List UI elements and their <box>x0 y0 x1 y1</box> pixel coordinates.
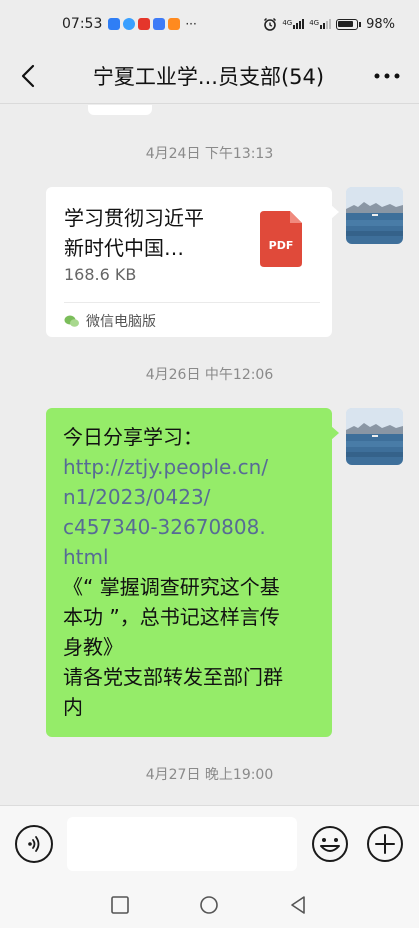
message-link[interactable]: c457340-32670808. <box>63 512 316 542</box>
status-bar: 07:53 ··· 4G 4G 98% <box>0 0 419 48</box>
message-line: 今日分享学习： <box>63 425 203 449</box>
file-title-line: 新时代中国… <box>64 236 184 260</box>
voice-button[interactable] <box>15 825 53 863</box>
emoji-button[interactable] <box>311 825 349 863</box>
bubble-tail <box>331 426 339 440</box>
status-right: 4G 4G 98% <box>263 17 395 32</box>
message-link[interactable]: http://ztjy.people.cn/ <box>63 452 316 482</box>
news-app-icon <box>138 18 151 30</box>
message-input[interactable] <box>67 817 297 871</box>
previous-message-stub <box>88 105 152 115</box>
network-type-2: 4G <box>309 19 320 27</box>
more-dots-icon <box>374 73 400 78</box>
file-source-label: 微信电脑版 <box>86 314 156 330</box>
chat-area[interactable]: 4月24日 下午13:13 学习贯彻习近平 新时代中国… 168.6 KB PD… <box>0 105 419 805</box>
voice-icon <box>28 836 40 852</box>
home-button[interactable] <box>199 895 219 915</box>
alarm-icon <box>264 17 277 31</box>
message-line: 内 <box>63 695 83 719</box>
notification-icons: ··· <box>108 17 197 31</box>
message-link[interactable]: n1/2023/0423/ <box>63 482 316 512</box>
wechat-icon <box>64 315 79 327</box>
file-message[interactable]: 学习贯彻习近平 新时代中国… 168.6 KB PDF 微信电脑版 <box>46 187 339 337</box>
circle-icon <box>200 896 218 914</box>
battery-cap <box>359 21 362 27</box>
message-timestamp: 4月26日 中午12:06 <box>145 367 274 383</box>
message-timestamp: 4月24日 下午13:13 <box>145 146 274 162</box>
recents-button[interactable] <box>110 895 130 915</box>
status-time: 07:53 <box>62 16 103 32</box>
message-line: 请各党支部转发至部门群 <box>63 665 283 689</box>
message-line: 《“ 掌握调查研究这个基 <box>63 575 280 599</box>
file-size: 168.6 KB <box>64 265 137 284</box>
message-line: 身教》 <box>63 635 123 659</box>
battery-icon <box>336 18 359 30</box>
file-title: 学习贯彻习近平 新时代中国… <box>64 203 244 263</box>
avatar-image <box>346 408 403 465</box>
file-source: 微信电脑版 <box>64 311 156 331</box>
square-icon <box>111 896 129 914</box>
battery-percent: 98% <box>366 16 395 32</box>
video-app-icon <box>168 18 181 30</box>
map-app-icon <box>153 18 166 30</box>
file-title-line: 学习贯彻习近平 <box>64 206 204 230</box>
text-message[interactable]: 今日分享学习： http://ztjy.people.cn/ n1/2023/0… <box>46 408 339 737</box>
avatar[interactable] <box>346 408 403 465</box>
more-notifications-icon: ··· <box>185 17 197 31</box>
pdf-badge: PDF <box>268 239 294 252</box>
avatar[interactable] <box>346 187 403 244</box>
chat-title: 宁夏工业学...员支部(54) <box>92 64 325 89</box>
signal-1-icon: 4G <box>282 19 305 29</box>
more-functions-button[interactable] <box>366 825 404 863</box>
browser-app-icon <box>123 18 136 30</box>
system-back-button[interactable] <box>288 895 308 915</box>
plus-icon <box>367 826 403 862</box>
back-button[interactable] <box>0 48 56 104</box>
bubble-tail <box>331 205 339 219</box>
input-bar <box>0 805 419 883</box>
signal-2-icon: 4G <box>309 19 332 29</box>
network-type-1: 4G <box>282 19 293 27</box>
message-timestamp: 4月27日 晚上19:00 <box>145 767 274 783</box>
system-nav-bar <box>0 883 419 928</box>
search-app-icon <box>108 18 121 30</box>
message-line: 本功 ”，总书记这样言传 <box>63 605 280 629</box>
divider <box>64 302 320 303</box>
triangle-back-icon <box>291 896 305 914</box>
more-options-button[interactable] <box>355 48 419 104</box>
emoji-icon <box>312 826 348 862</box>
chevron-left-icon <box>21 64 35 87</box>
avatar-image <box>346 187 403 244</box>
chat-header: 宁夏工业学...员支部(54) <box>0 48 419 104</box>
message-link[interactable]: html <box>63 542 316 572</box>
